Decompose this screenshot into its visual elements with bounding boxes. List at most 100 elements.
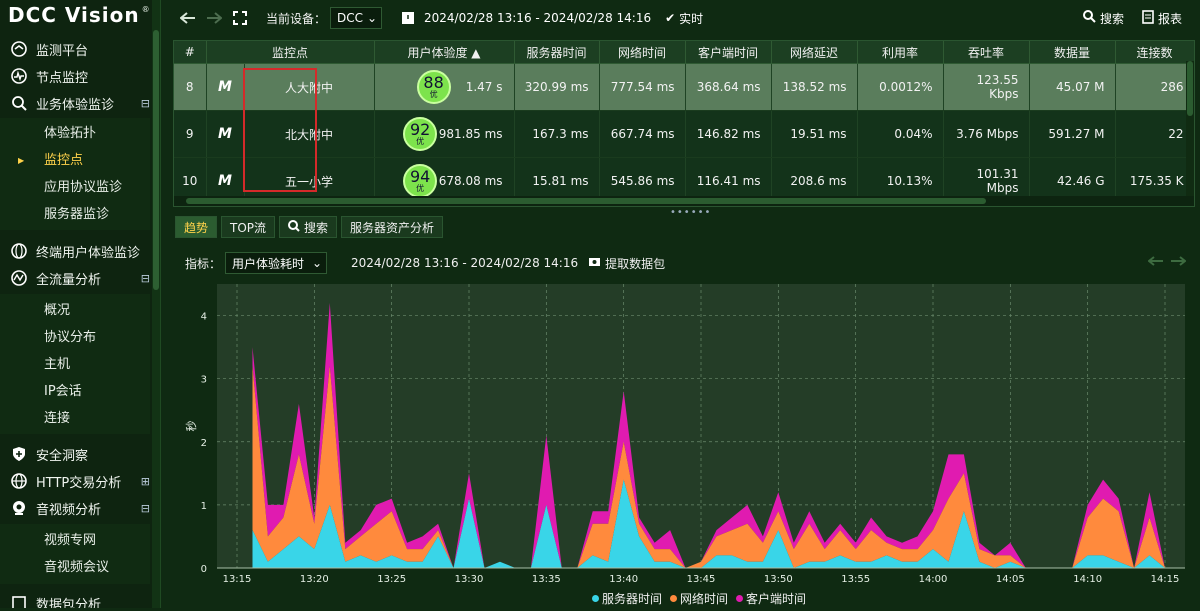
sidebar-subitem[interactable]: 应用协议监诊: [44, 177, 122, 199]
tab-search-label: 搜索: [304, 220, 329, 235]
tab-search[interactable]: 搜索: [279, 216, 338, 238]
tab-top-flow[interactable]: TOP流: [221, 216, 276, 238]
legend-item-client[interactable]: 客户端时间: [736, 590, 806, 607]
sidebar-item-full-traffic[interactable]: 全流量分析 ⊟: [0, 265, 150, 291]
column-header[interactable]: 利用率: [857, 41, 944, 64]
collapse-toggle[interactable]: ⊟: [141, 272, 150, 285]
clock-icon[interactable]: [398, 8, 418, 28]
report-button[interactable]: 报表: [1142, 9, 1182, 27]
sidebar-item-http[interactable]: HTTP交易分析 ⊞: [0, 468, 150, 494]
collapse-toggle[interactable]: ⊟: [141, 502, 150, 515]
table-header-row: # 监控点 用户体验度 ▲ 服务器时间 网络时间 客户端时间 网络延迟 利用率 …: [174, 41, 1194, 64]
trend-chart: 0 1 2 3 4 13:15 13:20 13:25 13:30 13:35 13:40 13:45…: [175, 278, 1193, 608]
scrollbar-thumb[interactable]: [186, 198, 986, 204]
forward-arrow-icon[interactable]: [204, 8, 224, 28]
y-tick-label: 1: [201, 501, 207, 512]
y-tick-label: 0: [201, 564, 207, 575]
collapse-toggle[interactable]: ⊟: [141, 97, 150, 110]
column-header[interactable]: #: [174, 41, 207, 64]
experience-cell: 88 优 1.47 s: [374, 63, 515, 111]
x-tick-label: 14:00: [919, 574, 948, 585]
panel-splitter-handle[interactable]: ••••••: [670, 207, 711, 218]
sidebar-item-node-monitoring[interactable]: 节点监控: [0, 63, 150, 89]
network-delay: 19.51 ms: [771, 110, 858, 158]
score-badge: 94 优: [403, 164, 438, 198]
highlight-box: [243, 68, 317, 192]
sidebar-item-end-user[interactable]: 终端用户体验监诊: [0, 238, 150, 264]
legend-item-network[interactable]: 网络时间: [670, 590, 728, 607]
column-header[interactable]: 吞吐率: [943, 41, 1030, 64]
realtime-label[interactable]: 实时: [679, 10, 703, 27]
wave-icon: [10, 269, 28, 287]
device-select[interactable]: DCC ⌄: [330, 7, 383, 29]
sidebar-subitem[interactable]: 连接: [44, 408, 70, 430]
sidebar-item-av[interactable]: 音视频分析 ⊟: [0, 495, 150, 521]
connections: 22: [1115, 110, 1194, 158]
metric-select[interactable]: 用户体验耗时 ⌄: [225, 252, 328, 274]
legend-label: 网络时间: [680, 592, 729, 606]
tab-trend[interactable]: 趋势: [175, 216, 218, 238]
shield-icon: [10, 445, 28, 463]
sidebar-subitem[interactable]: 协议分布: [44, 327, 96, 349]
sidebar-subitem[interactable]: 体验拓扑: [44, 123, 96, 145]
table-row[interactable]: 9 M 北大附中 92 优 981.85 ms 167.3 ms 667.74 m…: [174, 110, 1194, 158]
y-tick-label: 4: [201, 312, 207, 323]
data-volume: 591.27 M: [1029, 110, 1116, 158]
table-horizontal-scrollbar[interactable]: [174, 196, 1194, 206]
sidebar-subitem[interactable]: 服务器监诊: [44, 204, 109, 226]
sidebar-subitem[interactable]: 视频专网: [44, 530, 96, 552]
y-tick-label: 3: [201, 375, 207, 386]
row-logo-icon: M: [206, 63, 245, 111]
table-vertical-scrollbar[interactable]: [1186, 61, 1194, 196]
sidebar-subitem[interactable]: 音视频会议: [44, 557, 109, 579]
metric-filter-row: 指标： 用户体验耗时 ⌄ 2024/02/28 13:16 - 2024/02/…: [185, 252, 665, 274]
column-header[interactable]: 网络时间: [599, 41, 686, 64]
score-badge: 88 优: [416, 70, 451, 104]
column-header[interactable]: 网络延迟: [771, 41, 858, 64]
next-arrow-icon[interactable]: [1170, 255, 1187, 269]
x-tick-label: 13:40: [609, 574, 638, 585]
column-header[interactable]: 连接数: [1115, 41, 1194, 64]
sidebar-item-packet[interactable]: 数据包分析: [0, 590, 150, 608]
tab-server-asset[interactable]: 服务器资产分析: [341, 216, 444, 238]
registered-mark: ®: [141, 4, 150, 14]
scrollbar-thumb[interactable]: [1187, 61, 1193, 116]
sidebar-item-security[interactable]: 安全洞察: [0, 441, 150, 467]
sidebar-subgroup: 概况 协议分布 主机 IP会话 连接: [0, 294, 150, 434]
camera-icon: [588, 256, 601, 270]
report-button-label: 报表: [1157, 11, 1182, 26]
column-header[interactable]: 服务器时间: [514, 41, 600, 64]
column-header[interactable]: 数据量: [1029, 41, 1116, 64]
check-icon: ✔: [665, 11, 676, 25]
search-icon: [1082, 10, 1096, 26]
search-button[interactable]: 搜索: [1082, 10, 1124, 27]
sidebar-item-label: 音视频分析: [36, 502, 102, 518]
throughput: 123.55 Kbps: [943, 63, 1030, 111]
sidebar-item-label: 安全洞察: [36, 448, 89, 464]
sidebar-subitem-active[interactable]: 监控点: [44, 150, 83, 172]
monitor-point-table: # 监控点 用户体验度 ▲ 服务器时间 网络时间 客户端时间 网络延迟 利用率 …: [173, 40, 1195, 207]
sidebar-item-monitoring-platform[interactable]: 监测平台: [0, 36, 150, 62]
column-header[interactable]: 监控点: [206, 41, 375, 64]
sidebar-subitem[interactable]: 主机: [44, 354, 70, 376]
globe-icon: [10, 242, 28, 260]
sidebar-item-label: 终端用户体验监诊: [36, 245, 141, 261]
data-volume: 45.07 M: [1029, 63, 1116, 111]
back-arrow-icon[interactable]: [178, 8, 198, 28]
column-header-sorted[interactable]: 用户体验度 ▲: [374, 41, 515, 64]
extract-packet-button[interactable]: 提取数据包: [605, 255, 665, 272]
sidebar-item-business-experience[interactable]: 业务体验监诊 ⊟: [0, 90, 150, 116]
sidebar-subitem[interactable]: 概况: [44, 300, 70, 322]
fullscreen-icon[interactable]: [230, 8, 250, 28]
time-range-text[interactable]: 2024/02/28 13:16 - 2024/02/28 14:16: [424, 11, 651, 25]
table-row[interactable]: 8 M 人大附中 88 优 1.47 s 320.99 ms 777.54 ms …: [174, 63, 1194, 111]
scrollbar-thumb[interactable]: [153, 30, 159, 290]
column-header[interactable]: 客户端时间: [685, 41, 772, 64]
expand-toggle[interactable]: ⊞: [141, 475, 150, 488]
legend-item-server[interactable]: 服务器时间: [592, 590, 662, 607]
prev-arrow-icon[interactable]: [1147, 255, 1164, 269]
sidebar-subitem[interactable]: IP会话: [44, 381, 82, 403]
globe-icon: [10, 472, 28, 490]
sidebar-item-label: 全流量分析: [36, 272, 102, 288]
sidebar-scrollbar[interactable]: [152, 0, 160, 608]
